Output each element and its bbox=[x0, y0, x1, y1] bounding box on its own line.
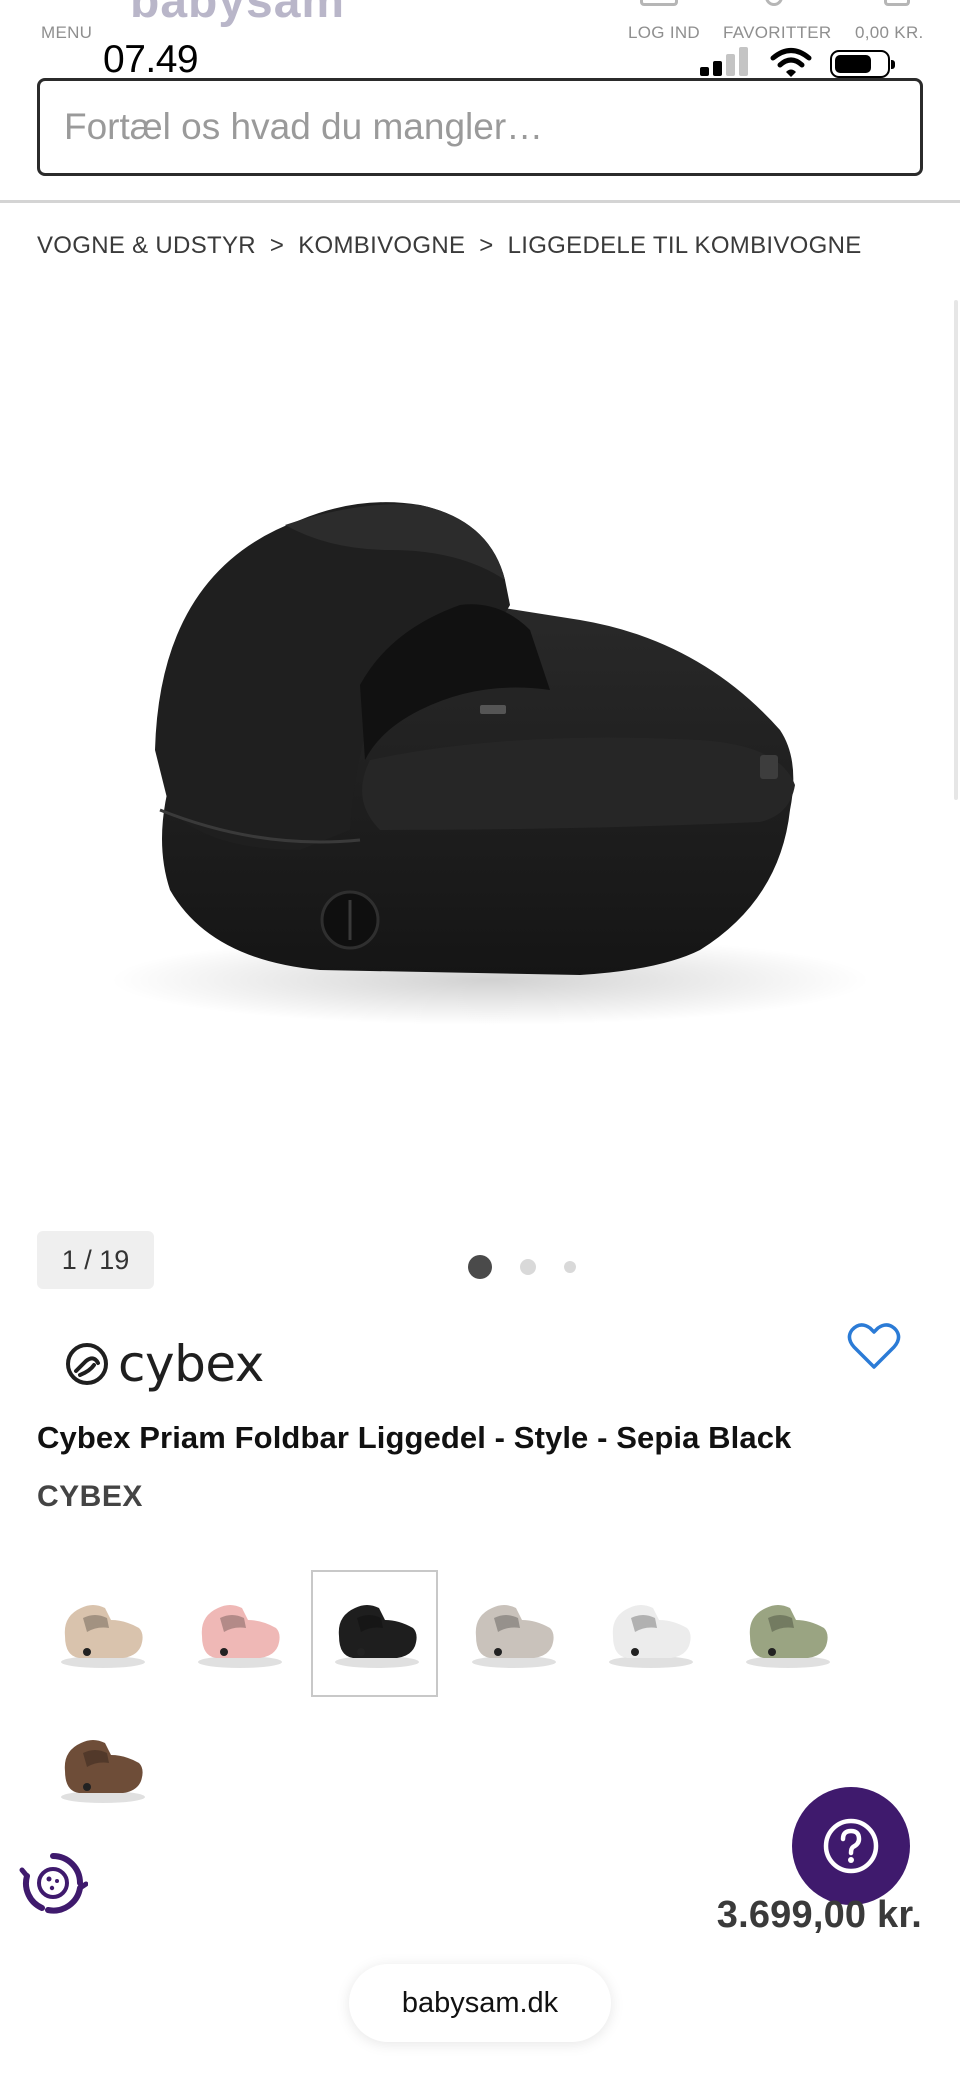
status-bar-time: 07.49 bbox=[103, 38, 199, 81]
site-logo[interactable]: babysam bbox=[130, 0, 345, 29]
bassinet-thumbnail-icon bbox=[608, 1604, 693, 1668]
product-image[interactable] bbox=[60, 430, 900, 1090]
brand-logo[interactable]: cybex bbox=[64, 1335, 264, 1393]
breadcrumb: VOGNE & UDSTYR > KOMBIVOGNE > LIGGEDELE … bbox=[37, 232, 862, 260]
bassinet-thumbnail-icon bbox=[60, 1604, 145, 1668]
breadcrumb-item-vogne-udstyr[interactable]: VOGNE & UDSTYR bbox=[37, 232, 256, 260]
bassinet-thumbnail-icon bbox=[471, 1604, 556, 1668]
color-swatch[interactable] bbox=[174, 1570, 301, 1697]
bassinet-thumbnail-icon bbox=[60, 1739, 145, 1803]
gallery-pagination bbox=[468, 1255, 604, 1279]
add-to-favorites-heart-icon[interactable] bbox=[846, 1320, 902, 1372]
question-mark-icon bbox=[823, 1818, 879, 1874]
color-swatch[interactable] bbox=[448, 1570, 575, 1697]
breadcrumb-item-liggedele[interactable]: LIGGEDELE TIL KOMBIVOGNE bbox=[508, 232, 862, 260]
color-swatch-selected[interactable] bbox=[311, 1570, 438, 1697]
gallery-dot[interactable] bbox=[520, 1259, 536, 1275]
cart-total-button[interactable]: 0,00 KR. bbox=[855, 23, 924, 43]
cookie-settings-icon[interactable] bbox=[18, 1848, 88, 1918]
cart-icon bbox=[884, 0, 910, 6]
color-swatch[interactable] bbox=[585, 1570, 712, 1697]
image-counter: 1 / 19 bbox=[37, 1231, 154, 1289]
status-bar-icons bbox=[700, 46, 900, 80]
breadcrumb-item-kombivogne[interactable]: KOMBIVOGNE bbox=[298, 232, 465, 260]
gallery-dot[interactable] bbox=[468, 1255, 492, 1279]
battery-icon bbox=[830, 50, 895, 78]
help-button[interactable] bbox=[792, 1787, 910, 1905]
product-price: 3.699,00 kr. bbox=[716, 1894, 922, 1936]
header-divider bbox=[0, 200, 960, 203]
color-variant-swatches bbox=[37, 1570, 897, 1840]
brand-logo-text: cybex bbox=[118, 1335, 264, 1393]
signal-icon bbox=[700, 46, 752, 80]
color-swatch[interactable] bbox=[37, 1705, 164, 1832]
page-scrollbar[interactable] bbox=[954, 300, 958, 800]
menu-button[interactable]: MENU bbox=[41, 23, 92, 43]
breadcrumb-separator: > bbox=[269, 232, 285, 259]
search-box[interactable] bbox=[37, 78, 923, 176]
browser-url-bar[interactable]: babysam.dk bbox=[349, 1964, 611, 2042]
product-brand-link[interactable]: CYBEX bbox=[37, 1480, 143, 1514]
search-input[interactable] bbox=[40, 81, 920, 173]
cybex-logo-icon bbox=[66, 1343, 108, 1385]
user-icon bbox=[640, 0, 678, 6]
bassinet-thumbnail-icon bbox=[334, 1604, 419, 1668]
heart-icon bbox=[765, 0, 783, 6]
wifi-icon bbox=[770, 48, 812, 77]
color-swatch[interactable] bbox=[722, 1570, 849, 1697]
product-title: Cybex Priam Foldbar Liggedel - Style - S… bbox=[37, 1420, 792, 1455]
color-swatch[interactable] bbox=[37, 1570, 164, 1697]
gallery-dot[interactable] bbox=[564, 1261, 576, 1273]
breadcrumb-separator: > bbox=[479, 232, 494, 259]
bassinet-thumbnail-icon bbox=[745, 1604, 830, 1668]
bassinet-thumbnail-icon bbox=[197, 1604, 282, 1668]
favorites-button[interactable]: FAVORITTER bbox=[723, 23, 831, 43]
login-button[interactable]: LOG IND bbox=[628, 23, 700, 43]
